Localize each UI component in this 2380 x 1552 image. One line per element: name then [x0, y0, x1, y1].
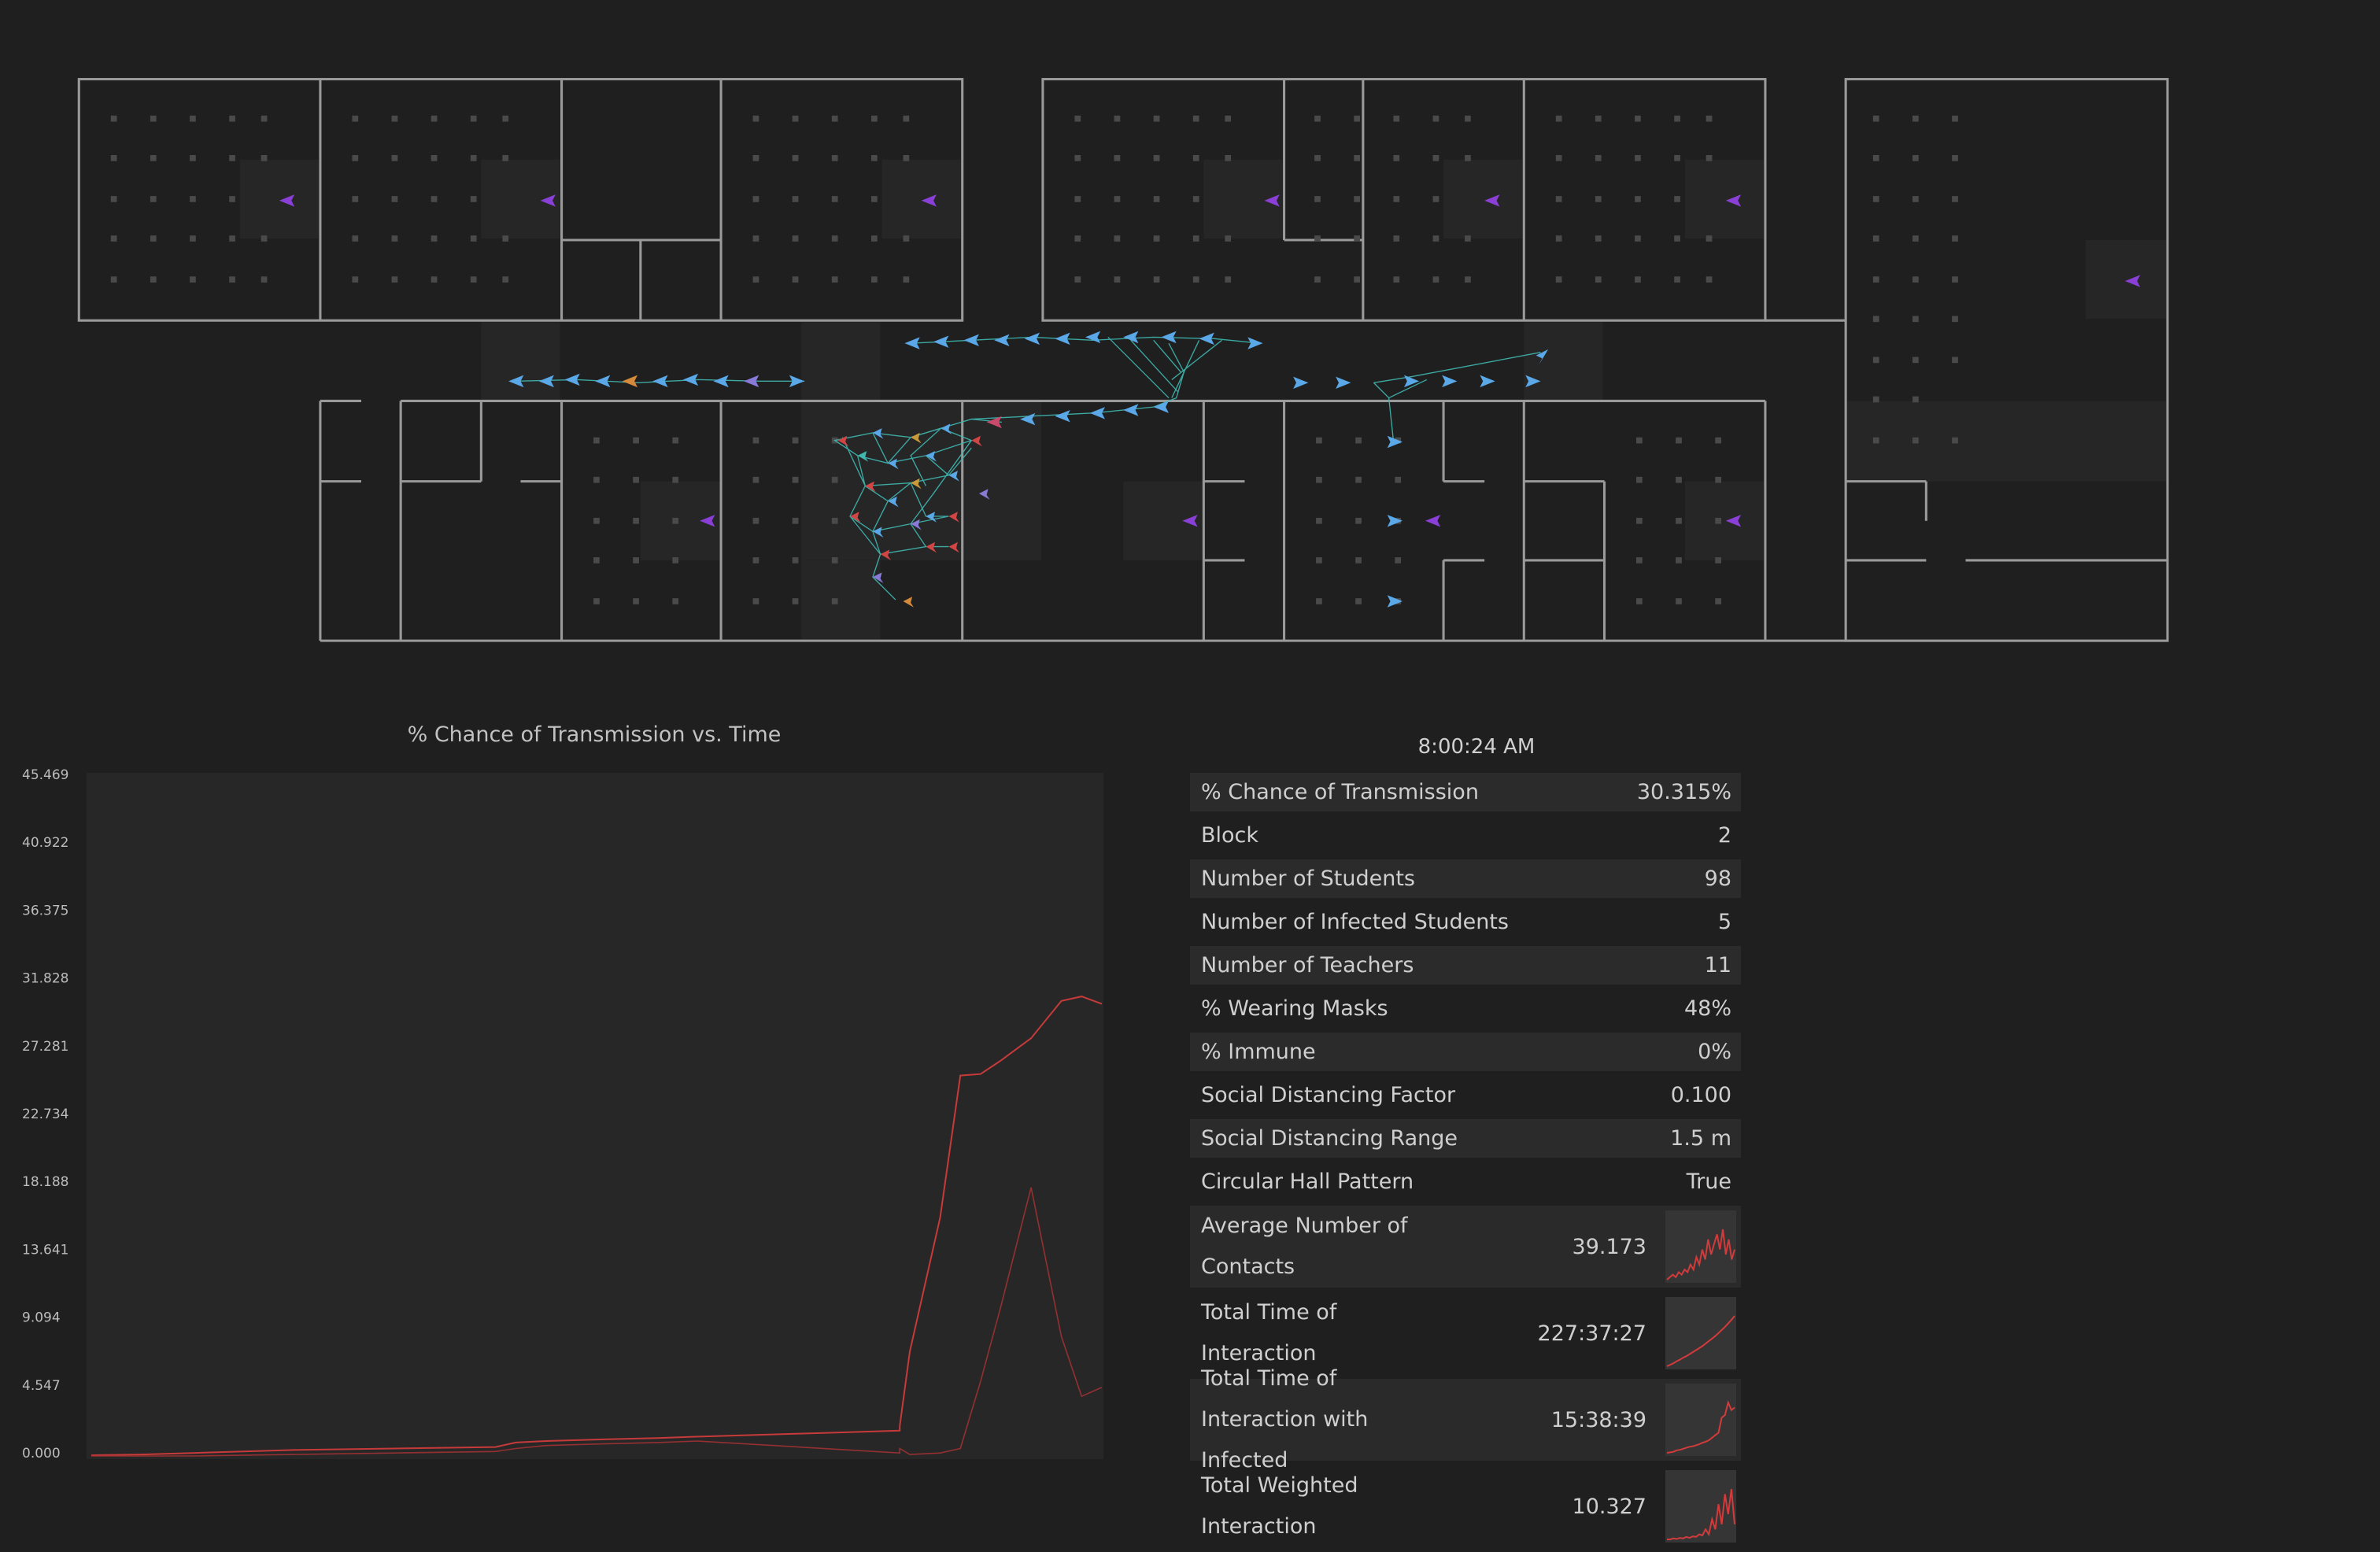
y-tick-label: 22.734 — [22, 1107, 68, 1122]
stat-value: 0.100 — [1670, 1083, 1731, 1107]
stat-value: 15:38:39 — [1550, 1407, 1646, 1432]
stat-value: 2 — [1717, 823, 1731, 848]
stat-label: Total Time of Interaction with Infected — [1201, 1366, 1369, 1473]
stat-value: 98 — [1704, 867, 1731, 891]
transmission-chart: 45.469 40.922 36.375 31.828 27.281 22.734 18.1… — [22, 767, 1103, 1461]
stat-value: 48% — [1683, 996, 1731, 1021]
stat-label: % Wearing Masks — [1201, 996, 1388, 1021]
stat-row: Social Distancing Range 1.5 m — [1190, 1119, 1741, 1158]
y-tick-label: 13.641 — [22, 1242, 68, 1258]
stat-value: 0% — [1698, 1040, 1731, 1064]
stat-row: Circular Hall Pattern True — [1190, 1162, 1741, 1201]
y-tick-label: 9.094 — [22, 1310, 61, 1326]
chart-plot-area — [87, 773, 1103, 1459]
sparkline — [1665, 1297, 1736, 1369]
y-tick-label: 36.375 — [22, 903, 68, 918]
spark-stat-row: Total Time of Interaction with Infected 1… — [1190, 1366, 1741, 1473]
stat-row: % Wearing Masks 48% — [1190, 989, 1741, 1028]
stat-row: Number of Teachers 11 — [1190, 946, 1741, 985]
chart-title: % Chance of Transmission vs. Time — [407, 722, 782, 747]
stat-label: % Chance of Transmission — [1201, 779, 1479, 804]
stat-value: 10.327 — [1572, 1494, 1646, 1519]
y-tick-label: 27.281 — [22, 1039, 68, 1055]
stat-row: Social Distancing Factor 0.100 — [1190, 1076, 1741, 1114]
sparkline — [1665, 1470, 1736, 1543]
stat-label: Total Weighted Interaction — [1201, 1473, 1358, 1539]
stat-label: Number of Students — [1201, 866, 1416, 891]
stat-row: % Immune 0% — [1190, 1033, 1741, 1071]
stat-row: Number of Students 98 — [1190, 859, 1741, 898]
stat-value: 227:37:27 — [1537, 1321, 1646, 1346]
sparkline — [1665, 1210, 1736, 1283]
clock-display: 8:00:24 AM — [1417, 735, 1536, 759]
stat-value: 39.173 — [1572, 1234, 1646, 1259]
y-axis-ticks: 45.469 40.922 36.375 31.828 27.281 22.734 18.1… — [22, 767, 68, 1461]
stat-label: Circular Hall Pattern — [1201, 1169, 1414, 1194]
y-tick-label: 4.547 — [22, 1378, 61, 1394]
sparkline — [1665, 1384, 1736, 1456]
stat-label: Number of Teachers — [1201, 952, 1414, 977]
stat-label: Block — [1201, 822, 1259, 848]
stat-row: % Chance of Transmission 30.315% — [1190, 773, 1741, 811]
stat-value: 30.315% — [1636, 780, 1731, 804]
stat-label: Social Distancing Range — [1201, 1125, 1458, 1151]
school-floor-plan — [77, 78, 2169, 642]
stat-value: 5 — [1717, 910, 1731, 934]
spark-stat-row: Average Number of Contacts 39.173 — [1190, 1206, 1741, 1288]
y-tick-label: 0.000 — [22, 1446, 61, 1461]
spark-stat-row: Total Weighted Interaction 10.327 — [1190, 1465, 1741, 1547]
y-tick-label: 31.828 — [22, 971, 68, 987]
stat-value: 11 — [1704, 953, 1731, 977]
y-tick-label: 18.188 — [22, 1174, 68, 1190]
stat-row: Block 2 — [1190, 816, 1741, 855]
y-tick-label: 45.469 — [22, 767, 68, 783]
stats-panel: % Chance of Transmission 30.315% Block 2 Num… — [1190, 773, 1741, 1552]
stat-value: True — [1686, 1170, 1731, 1194]
stat-label: Number of Infected Students — [1201, 909, 1509, 934]
stat-label: Average Number of Contacts — [1201, 1214, 1408, 1279]
stat-label: Social Distancing Factor — [1201, 1082, 1456, 1107]
stat-row: Number of Infected Students 5 — [1190, 903, 1741, 941]
stat-value: 1.5 m — [1670, 1126, 1731, 1151]
y-tick-label: 40.922 — [22, 835, 68, 851]
stat-label: % Immune — [1201, 1039, 1316, 1064]
